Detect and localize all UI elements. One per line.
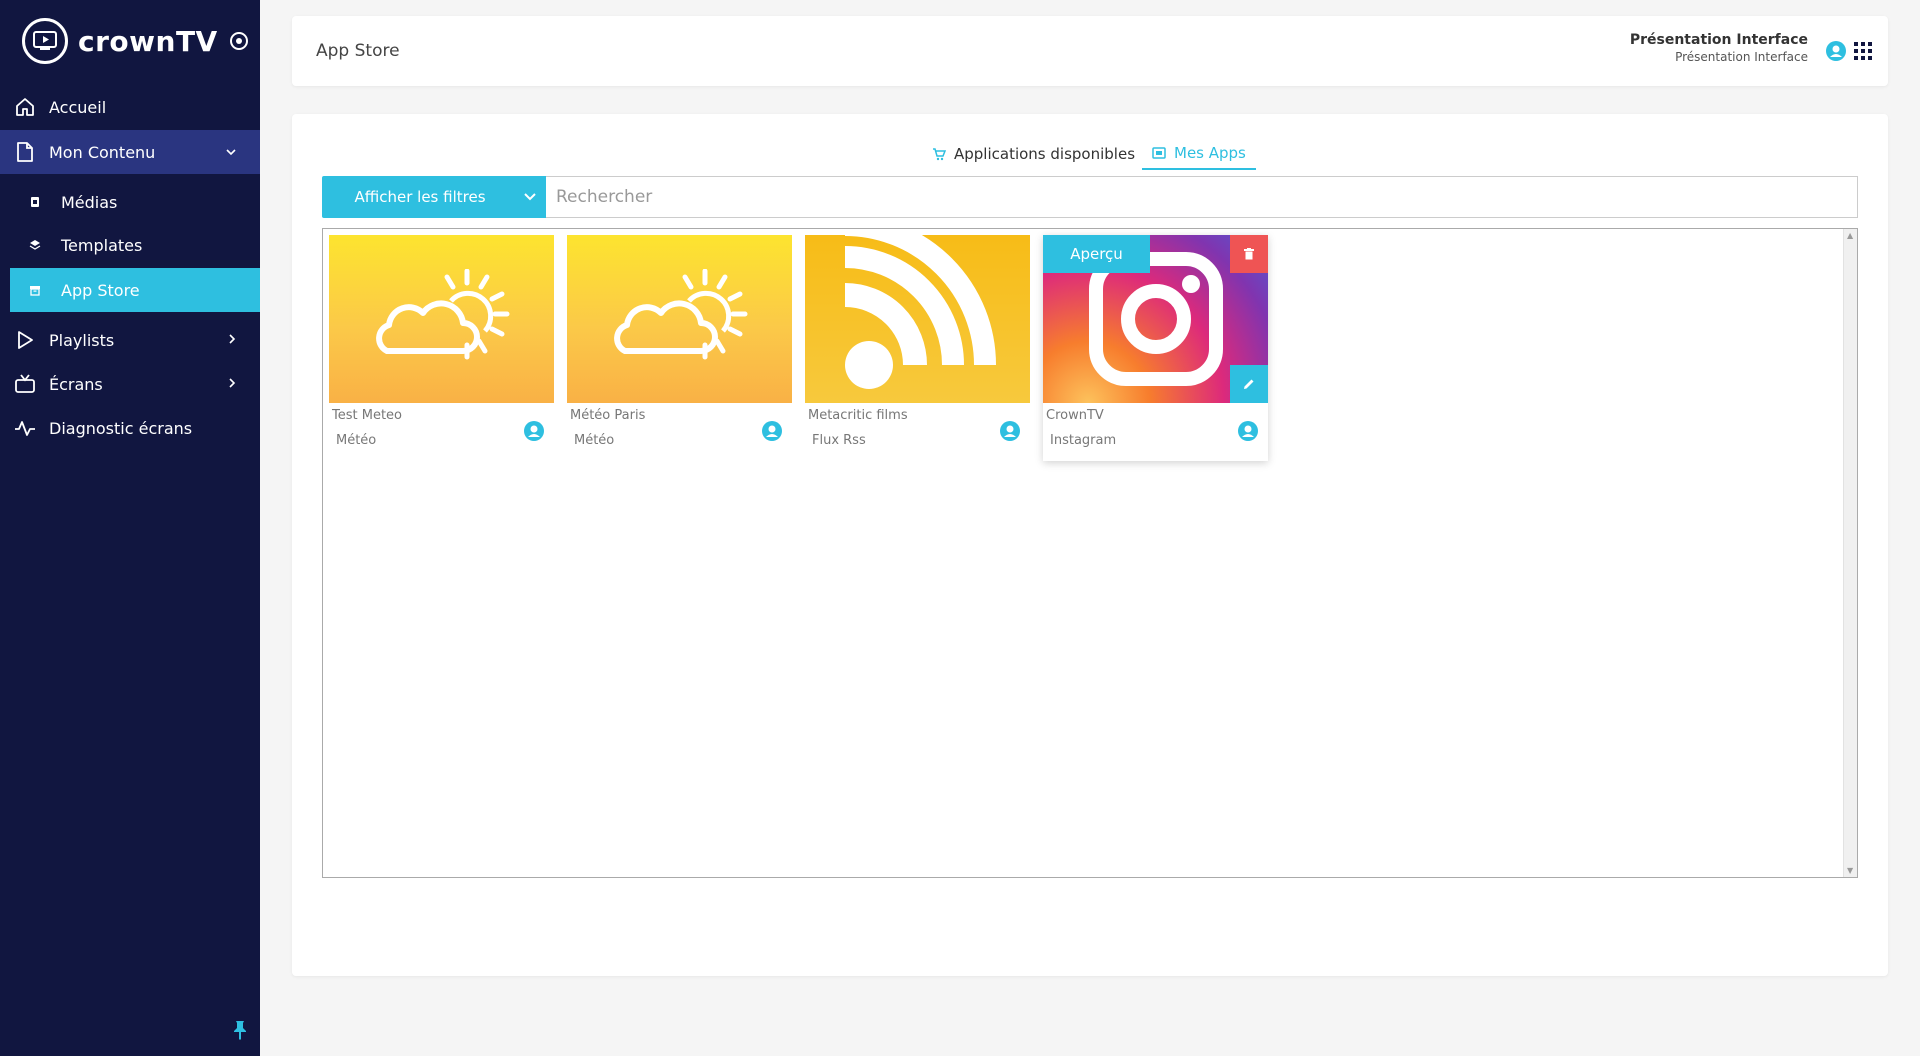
search-input[interactable] xyxy=(546,176,1858,218)
user-avatar-icon xyxy=(524,421,544,445)
app-title: Météo Paris xyxy=(570,408,646,423)
instagram-icon: Aperçu xyxy=(1043,235,1268,403)
sidebar-item-label: Playlists xyxy=(49,330,115,350)
tab-label: Applications disponibles xyxy=(954,145,1136,163)
tab-label: Mes Apps xyxy=(1174,144,1246,162)
sidebar-item-label: App Store xyxy=(61,280,140,300)
tab-applications-disponibles[interactable]: Applications disponibles xyxy=(932,138,1135,170)
media-icon xyxy=(28,195,42,209)
rss-icon xyxy=(805,235,1030,403)
sidebar-item-mon-contenu[interactable]: Mon Contenu xyxy=(0,130,260,174)
app-title: Test Meteo xyxy=(332,408,402,423)
weather-icon xyxy=(329,235,554,403)
apps-grid-icon[interactable] xyxy=(1854,42,1872,60)
delete-button[interactable] xyxy=(1230,235,1268,273)
sidebar-item-label: Mon Contenu xyxy=(49,142,156,162)
scroll-down-icon[interactable]: ▼ xyxy=(1847,866,1853,875)
brand-logo[interactable]: crownTV xyxy=(22,18,248,64)
play-screen-icon xyxy=(22,18,68,64)
play-icon xyxy=(14,329,36,351)
scroll-up-icon[interactable]: ▲ xyxy=(1847,231,1853,240)
sidebar-item-diagnostic[interactable]: Diagnostic écrans xyxy=(0,406,260,450)
sidebar-item-medias[interactable]: Médias xyxy=(10,180,258,224)
target-icon xyxy=(229,32,248,50)
sidebar-item-accueil[interactable]: Accueil xyxy=(0,85,260,129)
filter-bar: Afficher les filtres xyxy=(322,176,1858,218)
pin-icon[interactable] xyxy=(232,1020,248,1044)
chevron-right-icon xyxy=(228,376,236,392)
tab-mes-apps[interactable]: Mes Apps xyxy=(1142,138,1256,170)
app-store-panel: Applications disponibles Mes Apps Affich… xyxy=(292,114,1888,976)
pencil-icon xyxy=(1244,379,1254,389)
window-icon xyxy=(1152,147,1166,159)
cart-icon xyxy=(932,147,946,161)
scrollbar[interactable]: ▲ ▼ xyxy=(1843,229,1857,877)
app-title: Metacritic films xyxy=(808,408,908,423)
app-card[interactable]: Metacritic films Flux Rss xyxy=(805,235,1030,461)
sidebar-item-label: Médias xyxy=(61,192,118,212)
sidebar-item-label: Diagnostic écrans xyxy=(49,418,193,438)
edit-button[interactable] xyxy=(1230,365,1268,403)
preview-button[interactable]: Aperçu xyxy=(1043,235,1150,273)
sidebar-item-templates[interactable]: Templates xyxy=(10,223,258,267)
tv-icon xyxy=(14,373,36,395)
chevron-down-icon xyxy=(226,144,236,160)
chevron-down-icon xyxy=(524,188,536,206)
user-avatar-icon xyxy=(762,421,782,445)
sidebar-item-app-store[interactable]: App Store xyxy=(10,268,258,312)
sidebar-item-label: Templates xyxy=(61,235,143,255)
app-card[interactable]: Météo Paris Météo xyxy=(567,235,792,461)
user-organization: Présentation Interface xyxy=(1675,50,1808,64)
pulse-icon xyxy=(14,417,36,439)
app-title: CrownTV xyxy=(1046,408,1104,423)
app-category: Météo xyxy=(574,433,615,448)
sidebar-item-ecrans[interactable]: Écrans xyxy=(0,362,260,406)
sidebar-item-label: Écrans xyxy=(49,374,103,394)
app-category: Instagram xyxy=(1050,433,1117,448)
apps-grid: Test Meteo Météo Météo Paris Météo Metac… xyxy=(322,228,1858,878)
weather-icon xyxy=(567,235,792,403)
user-name: Présentation Interface xyxy=(1629,32,1808,48)
user-info[interactable]: Présentation Interface Présentation Inte… xyxy=(1630,32,1808,64)
app-category: Flux Rss xyxy=(812,433,866,448)
app-card[interactable]: Aperçu CrownTV Instagram xyxy=(1043,235,1268,461)
layers-icon xyxy=(28,238,42,252)
sidebar-item-label: Accueil xyxy=(49,97,107,117)
user-avatar-icon[interactable] xyxy=(1826,41,1846,65)
app-category: Météo xyxy=(336,433,377,448)
show-filters-label: Afficher les filtres xyxy=(354,188,486,206)
sidebar-item-playlists[interactable]: Playlists xyxy=(0,318,260,362)
user-avatar-icon xyxy=(1238,421,1258,445)
trash-icon xyxy=(1244,248,1254,260)
tabs: Applications disponibles Mes Apps xyxy=(292,138,1888,170)
page-title: App Store xyxy=(316,41,400,61)
box-icon xyxy=(28,283,42,297)
app-card[interactable]: Test Meteo Météo xyxy=(329,235,554,461)
page-header: App Store Présentation Interface Présent… xyxy=(292,16,1888,86)
show-filters-button[interactable]: Afficher les filtres xyxy=(322,176,546,218)
chevron-right-icon xyxy=(228,332,236,348)
active-indicator xyxy=(256,268,260,312)
file-icon xyxy=(14,141,36,163)
brand-name: crownTV xyxy=(78,24,218,58)
home-icon xyxy=(14,96,36,118)
sidebar: crownTV Accueil Mon Contenu Médias Templ… xyxy=(0,0,260,1056)
user-avatar-icon xyxy=(1000,421,1020,445)
